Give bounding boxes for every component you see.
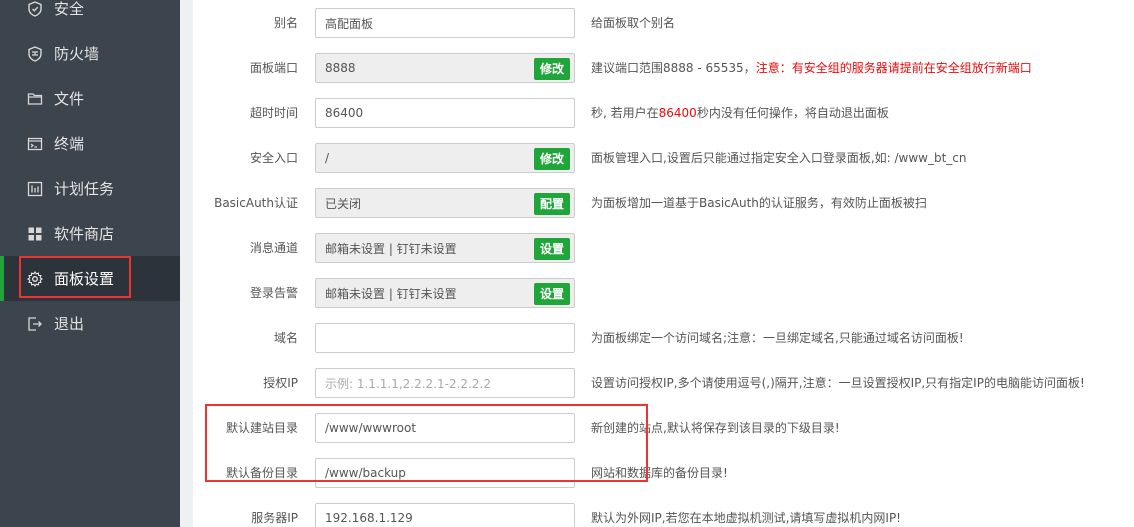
domain-input[interactable] (315, 323, 575, 353)
modify-entry-button[interactable]: 修改 (533, 148, 570, 170)
sidebar-item-label: 计划任务 (54, 180, 115, 198)
panel-settings-form: 别名 高配面板 给面板取个别名 面板端口 8888 修改 建议端口范围8888 … (193, 0, 1134, 527)
field-value: / (325, 151, 330, 165)
hint-text: 建议端口范围8888 - 65535， (591, 61, 756, 75)
logout-icon (27, 316, 43, 332)
hint-text: 秒, 若用户在 (591, 106, 659, 120)
sidebar-item-firewall[interactable]: 防火墙 (0, 31, 180, 76)
form-row-login-alert: 登录告警 邮箱未设置 | 钉钉未设置 设置 (193, 278, 1134, 310)
content-gutter (180, 0, 193, 527)
alias-input[interactable]: 高配面板 (315, 8, 575, 38)
sidebar-item-label: 文件 (54, 90, 85, 108)
field-hint: 给面板取个别名 (591, 16, 676, 30)
form-row-auth-ip: 授权IP 示例: 1.1.1.1,2.2.2.1-2.2.2.2 设置访问授权I… (193, 368, 1134, 400)
highlight-box-nav (19, 256, 131, 298)
schedule-icon (27, 181, 43, 197)
form-row-entry: 安全入口 / 修改 面板管理入口,设置后只能通过指定安全入口登录面板,如: /w… (193, 143, 1134, 175)
sidebar-item-terminal[interactable]: 终端 (0, 121, 180, 166)
field-hint: 默认为外网IP,若您在本地虚拟机测试,请填写虚拟机内网IP! (591, 511, 901, 525)
field-label: 域名 (273, 331, 298, 345)
message-channel-input: 邮箱未设置 | 钉钉未设置 设置 (315, 233, 575, 263)
form-row-basicauth: BasicAuth认证 已关闭 配置 为面板增加一道基于BasicAuth的认证… (193, 188, 1134, 220)
field-label: 授权IP (263, 376, 298, 390)
sidebar-item-label: 软件商店 (54, 225, 115, 243)
sidebar-item-security[interactable]: 安全 (0, 0, 180, 31)
sidebar-item-schedule[interactable]: 计划任务 (0, 166, 180, 211)
folder-icon (27, 91, 43, 107)
field-label: BasicAuth认证 (214, 196, 298, 210)
sidebar-item-label: 防火墙 (54, 45, 100, 63)
field-label: 登录告警 (249, 286, 298, 300)
modify-port-button[interactable]: 修改 (533, 58, 570, 80)
sidebar-item-logout[interactable]: 退出 (0, 301, 180, 346)
field-value: 8888 (325, 61, 356, 75)
hint-warning: 注意：有安全组的服务器请提前在安全组放行新端口 (755, 61, 1032, 75)
firewall-icon (27, 45, 43, 62)
field-value: 高配面板 (325, 16, 374, 31)
basicauth-input: 已关闭 配置 (315, 188, 575, 218)
field-label: 别名 (273, 16, 298, 30)
sidebar-item-label: 终端 (54, 135, 85, 153)
field-label: 消息通道 (249, 241, 298, 255)
sidebar-item-store[interactable]: 软件商店 (0, 211, 180, 256)
port-input: 8888 修改 (315, 53, 575, 83)
sidebar-item-files[interactable]: 文件 (0, 76, 180, 121)
field-value: 192.168.1.129 (325, 511, 413, 525)
terminal-icon (27, 136, 43, 152)
highlight-box-directories (205, 404, 648, 482)
field-hint: 为面板增加一道基于BasicAuth的认证服务，有效防止面板被扫 (591, 196, 927, 210)
config-basicauth-button[interactable]: 配置 (533, 193, 570, 215)
field-label: 面板端口 (249, 61, 298, 75)
field-value: 邮箱未设置 | 钉钉未设置 (325, 286, 457, 301)
sidebar: 安全 防火墙 文件 终端 计划任务 软件商店 面板设置 退出 (0, 0, 180, 527)
form-row-server-ip: 服务器IP 192.168.1.129 默认为外网IP,若您在本地虚拟机测试,请… (193, 503, 1134, 527)
field-hint: 建议端口范围8888 - 65535，注意：有安全组的服务器请提前在安全组放行新… (591, 53, 1032, 83)
form-row-alias: 别名 高配面板 给面板取个别名 (193, 8, 1134, 40)
entry-input: / 修改 (315, 143, 575, 173)
login-alert-input: 邮箱未设置 | 钉钉未设置 设置 (315, 278, 575, 308)
field-value: 邮箱未设置 | 钉钉未设置 (325, 241, 457, 256)
field-label: 服务器IP (251, 511, 298, 525)
field-label: 超时时间 (249, 106, 298, 120)
shield-icon (27, 0, 43, 17)
form-row-port: 面板端口 8888 修改 建议端口范围8888 - 65535，注意：有安全组的… (193, 53, 1134, 85)
auth-ip-input[interactable]: 示例: 1.1.1.1,2.2.2.1-2.2.2.2 (315, 368, 575, 398)
sidebar-item-label: 退出 (54, 315, 85, 333)
field-hint: 面板管理入口,设置后只能通过指定安全入口登录面板,如: /www_bt_cn (591, 151, 967, 165)
timeout-input[interactable]: 86400 (315, 98, 575, 128)
field-hint: 秒, 若用户在86400秒内没有任何操作，将自动退出面板 (591, 98, 889, 128)
form-row-domain: 域名 为面板绑定一个访问域名;注意：一旦绑定域名,只能通过域名访问面板! (193, 323, 1134, 355)
set-login-alert-button[interactable]: 设置 (533, 283, 570, 305)
field-value: 86400 (325, 106, 364, 120)
form-row-timeout: 超时时间 86400 秒, 若用户在86400秒内没有任何操作，将自动退出面板 (193, 98, 1134, 130)
sidebar-item-label: 安全 (54, 0, 85, 18)
field-label: 安全入口 (249, 151, 298, 165)
hint-text: 秒内没有任何操作，将自动退出面板 (696, 106, 889, 120)
store-icon (27, 226, 43, 242)
field-value: 已关闭 (325, 196, 362, 211)
set-message-channel-button[interactable]: 设置 (533, 238, 570, 260)
server-ip-input[interactable]: 192.168.1.129 (315, 503, 575, 527)
field-placeholder: 示例: 1.1.1.1,2.2.2.1-2.2.2.2 (325, 376, 491, 391)
field-hint: 为面板绑定一个访问域名;注意：一旦绑定域名,只能通过域名访问面板! (591, 331, 964, 345)
form-row-message-channel: 消息通道 邮箱未设置 | 钉钉未设置 设置 (193, 233, 1134, 265)
field-hint: 设置访问授权IP,多个请使用逗号(,)隔开,注意：一旦设置授权IP,只有指定IP… (591, 376, 1085, 390)
hint-number: 86400 (658, 106, 697, 120)
